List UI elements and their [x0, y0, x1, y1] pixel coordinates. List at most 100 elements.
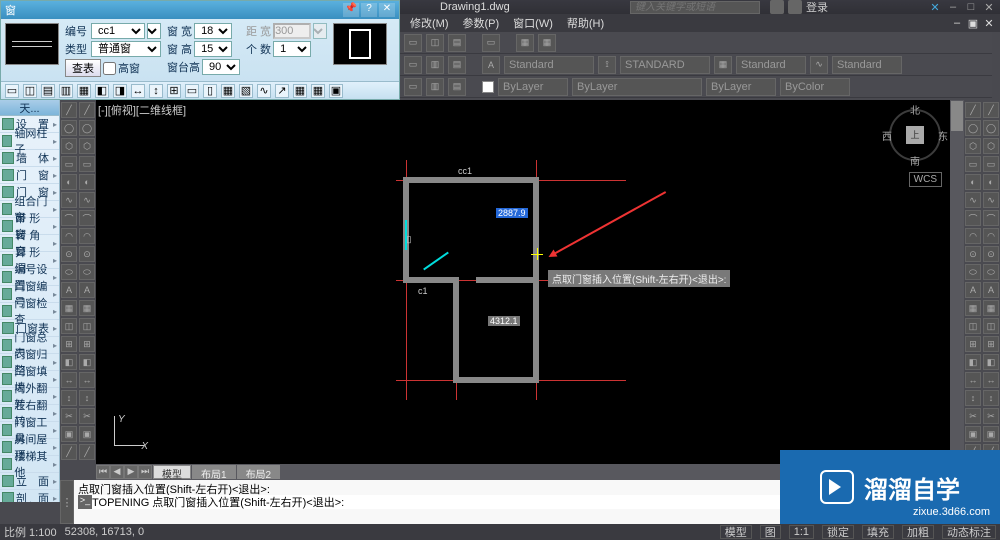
vs1-btn-4[interactable]: ◐ — [61, 174, 77, 190]
cmd-line-2[interactable]: TOPENING 点取门窗插入位置(Shift-左右开)<退出>: — [92, 495, 344, 509]
vs3-btn-9[interactable]: ⬭ — [983, 264, 999, 280]
vs3-btn-7[interactable]: ◠ — [983, 228, 999, 244]
vs2-btn-5[interactable]: ∿ — [79, 192, 95, 208]
vs2-btn-19[interactable]: ╱ — [79, 444, 95, 460]
toolbox-item-11[interactable]: 门窗检查▸ — [0, 303, 59, 320]
vs1-btn-5[interactable]: ∿ — [61, 192, 77, 208]
vs4-btn-11[interactable]: ▦ — [965, 300, 981, 316]
tab-model[interactable]: 模型 — [153, 465, 191, 479]
rbtn-b3[interactable]: ▤ — [448, 56, 466, 74]
menu-params[interactable]: 参数(P) — [463, 15, 500, 31]
tool-4[interactable]: ▥ — [59, 84, 73, 98]
tool-18[interactable]: ▦ — [311, 84, 325, 98]
vs2-btn-3[interactable]: ▭ — [79, 156, 95, 172]
close-button[interactable]: ✕ — [982, 1, 996, 13]
vs3-btn-15[interactable]: ↔ — [983, 372, 999, 388]
vs2-btn-16[interactable]: ↕ — [79, 390, 95, 406]
toolbox-item-20[interactable]: 楼梯其他▸ — [0, 456, 59, 473]
vs2-btn-18[interactable]: ▣ — [79, 426, 95, 442]
vs4-btn-0[interactable]: ╱ — [965, 102, 981, 118]
vs4-btn-13[interactable]: ⊞ — [965, 336, 981, 352]
infocenter-icon[interactable] — [770, 0, 784, 14]
vs4-btn-8[interactable]: ⊙ — [965, 246, 981, 262]
dimstyle-select[interactable]: STANDARD — [620, 56, 710, 74]
vs3-btn-18[interactable]: ▣ — [983, 426, 999, 442]
vs2-btn-14[interactable]: ◧ — [79, 354, 95, 370]
vs4-btn-5[interactable]: ∿ — [965, 192, 981, 208]
vertical-scrollbar[interactable] — [950, 100, 964, 464]
tool-17[interactable]: ▦ — [293, 84, 307, 98]
ucs-icon[interactable]: YX — [104, 416, 144, 456]
compass-s[interactable]: 南 — [910, 153, 920, 168]
vs3-btn-3[interactable]: ▭ — [983, 156, 999, 172]
vs2-btn-10[interactable]: A — [79, 282, 95, 298]
rbtn-a4[interactable]: ▭ — [482, 34, 500, 52]
mlstyle-icon[interactable]: ∿ — [810, 56, 828, 74]
viewcube-top[interactable]: 上 — [906, 126, 924, 144]
rbtn-c1[interactable]: ▭ — [404, 78, 422, 96]
vs2-btn-15[interactable]: ↔ — [79, 372, 95, 388]
vs1-btn-14[interactable]: ◧ — [61, 354, 77, 370]
vs4-btn-7[interactable]: ◠ — [965, 228, 981, 244]
sill-height-select[interactable]: 900 — [202, 59, 240, 75]
tool-11[interactable]: ▭ — [185, 84, 199, 98]
vs1-btn-6[interactable]: ⌒ — [61, 210, 77, 226]
menu-window[interactable]: 窗口(W) — [513, 15, 553, 31]
menu-modify[interactable]: 修改(M) — [410, 15, 449, 31]
tablestyle-icon[interactable]: ▦ — [714, 56, 732, 74]
vs4-btn-2[interactable]: ⬡ — [965, 138, 981, 154]
tool-19[interactable]: ▣ — [329, 84, 343, 98]
vs3-btn-0[interactable]: ╱ — [983, 102, 999, 118]
vs1-btn-1[interactable]: ◯ — [61, 120, 77, 136]
height-select[interactable]: 1500 — [194, 41, 232, 57]
tab-nav-prev[interactable]: ◀ — [110, 465, 124, 479]
vs3-btn-14[interactable]: ◧ — [983, 354, 999, 370]
status-model[interactable]: 模型 — [720, 525, 752, 539]
rbtn-c2[interactable]: ▥ — [426, 78, 444, 96]
vs1-btn-10[interactable]: A — [61, 282, 77, 298]
vs1-btn-17[interactable]: ✂ — [61, 408, 77, 424]
tool-5[interactable]: ▦ — [77, 84, 91, 98]
mlstyle-select[interactable]: Standard — [832, 56, 902, 74]
viewport-label[interactable]: [-][俯视][二维线框] — [98, 102, 186, 118]
vs1-btn-16[interactable]: ↕ — [61, 390, 77, 406]
vs1-btn-2[interactable]: ⬡ — [61, 138, 77, 154]
vs4-btn-10[interactable]: A — [965, 282, 981, 298]
vs3-btn-16[interactable]: ↕ — [983, 390, 999, 406]
vs3-btn-2[interactable]: ⬡ — [983, 138, 999, 154]
rbtn-a1[interactable]: ▭ — [404, 34, 422, 52]
vs1-btn-8[interactable]: ⊙ — [61, 246, 77, 262]
vs1-btn-9[interactable]: ⬭ — [61, 264, 77, 280]
preview-right[interactable] — [333, 23, 387, 65]
width-select[interactable]: 1800 — [194, 23, 232, 39]
preview-left[interactable] — [5, 23, 59, 65]
vs4-btn-17[interactable]: ✂ — [965, 408, 981, 424]
status-lock[interactable]: 锁定 — [822, 525, 854, 539]
tool-2[interactable]: ◫ — [23, 84, 37, 98]
login-label[interactable]: 登录 — [806, 0, 828, 15]
pin-icon[interactable]: 📌 — [343, 3, 359, 17]
vs4-btn-12[interactable]: ◫ — [965, 318, 981, 334]
toolbox-header[interactable]: 天... — [0, 100, 59, 116]
help-icon[interactable]: ? — [361, 3, 377, 17]
vs2-btn-2[interactable]: ⬡ — [79, 138, 95, 154]
tool-9[interactable]: ↕ — [149, 84, 163, 98]
toolbox-item-1[interactable]: 轴网柱子▸ — [0, 133, 59, 150]
vs4-btn-4[interactable]: ◐ — [965, 174, 981, 190]
vs4-btn-14[interactable]: ◧ — [965, 354, 981, 370]
vs3-btn-11[interactable]: ▦ — [983, 300, 999, 316]
tab-nav-last[interactable]: ⏭ — [138, 465, 152, 479]
vs2-btn-13[interactable]: ⊞ — [79, 336, 95, 352]
exchange-icon[interactable]: ✕ — [928, 1, 942, 13]
rbtn-b2[interactable]: ▥ — [426, 56, 444, 74]
status-grid-icon[interactable]: 图 — [760, 525, 781, 539]
lookup-button[interactable]: 查表 — [65, 59, 101, 77]
wcs-label[interactable]: WCS — [909, 172, 942, 187]
bianhao-dropdown[interactable] — [147, 23, 161, 39]
toolbox-item-3[interactable]: 门 窗▸ — [0, 167, 59, 184]
vs3-btn-5[interactable]: ∿ — [983, 192, 999, 208]
tool-7[interactable]: ◨ — [113, 84, 127, 98]
tab-nav-next[interactable]: ▶ — [124, 465, 138, 479]
tool-14[interactable]: ▧ — [239, 84, 253, 98]
high-window-checkbox[interactable] — [103, 62, 116, 75]
